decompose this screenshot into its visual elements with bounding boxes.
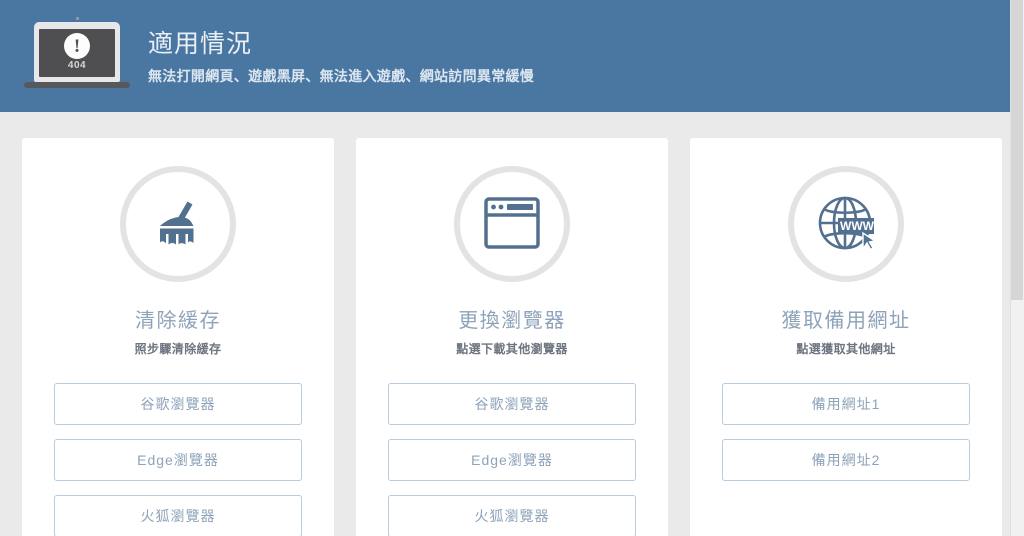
card-button-list: 備用網址1 備用網址2 [722,383,970,481]
laptop-camera-icon [75,17,79,20]
page-title: 適用情況 [148,30,253,58]
broom-clean-icon [120,166,236,282]
backup-url-button-2[interactable]: 備用網址2 [722,439,970,481]
browser-window-icon [454,166,570,282]
page-header: ! 404 適用情況 無法打開網頁、遊戲黑屏、無法進入遊戲、網站訪問異常緩慢 [0,0,1010,112]
svg-text:WWW: WWW [840,219,875,233]
backup-url-button-1[interactable]: 備用網址1 [722,383,970,425]
exclamation-glyph: ! [73,35,81,57]
laptop-body: ! 404 [34,17,120,82]
exclamation-icon: ! [64,33,90,59]
browser-button-firefox[interactable]: 火狐瀏覽器 [388,495,636,536]
globe-www-icon: WWW [788,166,904,282]
card-change-browser: 更換瀏覽器 點選下載其他瀏覽器 谷歌瀏覽器 Edge瀏覽器 火狐瀏覽器 [356,138,668,536]
card-clear-cache: 清除緩存 照步驟清除緩存 谷歌瀏覽器 Edge瀏覽器 火狐瀏覽器 [22,138,334,536]
browser-button-edge[interactable]: Edge瀏覽器 [54,439,302,481]
card-subtitle: 點選下載其他瀏覽器 [456,342,568,356]
header-text-block: 適用情況 無法打開網頁、遊戲黑屏、無法進入遊戲、網站訪問異常緩慢 [148,27,534,85]
card-title: 更換瀏覽器 [458,310,566,332]
scrollbar-thumb[interactable] [1011,0,1023,300]
laptop-base [24,82,130,88]
laptop-404-icon: ! 404 [24,17,130,94]
browser-button-edge[interactable]: Edge瀏覽器 [388,439,636,481]
card-button-list: 谷歌瀏覽器 Edge瀏覽器 火狐瀏覽器 [388,383,636,536]
page-scrollbar[interactable] [1010,0,1024,536]
card-subtitle: 點選獲取其他網址 [796,342,896,356]
browser-button-chrome[interactable]: 谷歌瀏覽器 [54,383,302,425]
card-grid: 清除緩存 照步驟清除緩存 谷歌瀏覽器 Edge瀏覽器 火狐瀏覽器 更換瀏覽器 點… [22,138,1002,536]
card-backup-url: WWW 獲取備用網址 點選獲取其他網址 備用網址1 備用網址2 [690,138,1002,536]
browser-button-firefox[interactable]: 火狐瀏覽器 [54,495,302,536]
page-subtitle: 無法打開網頁、遊戲黑屏、無法進入遊戲、網站訪問異常緩慢 [148,68,535,84]
browser-button-chrome[interactable]: 谷歌瀏覽器 [388,383,636,425]
laptop-screen: ! 404 [39,29,115,77]
card-title: 獲取備用網址 [781,310,911,332]
error-code-label: 404 [67,60,87,71]
page-root: ! 404 適用情況 無法打開網頁、遊戲黑屏、無法進入遊戲、網站訪問異常緩慢 清… [0,0,1024,536]
card-title: 清除緩存 [135,310,221,332]
card-subtitle: 照步驟清除緩存 [134,342,222,356]
card-button-list: 谷歌瀏覽器 Edge瀏覽器 火狐瀏覽器 [54,383,302,536]
